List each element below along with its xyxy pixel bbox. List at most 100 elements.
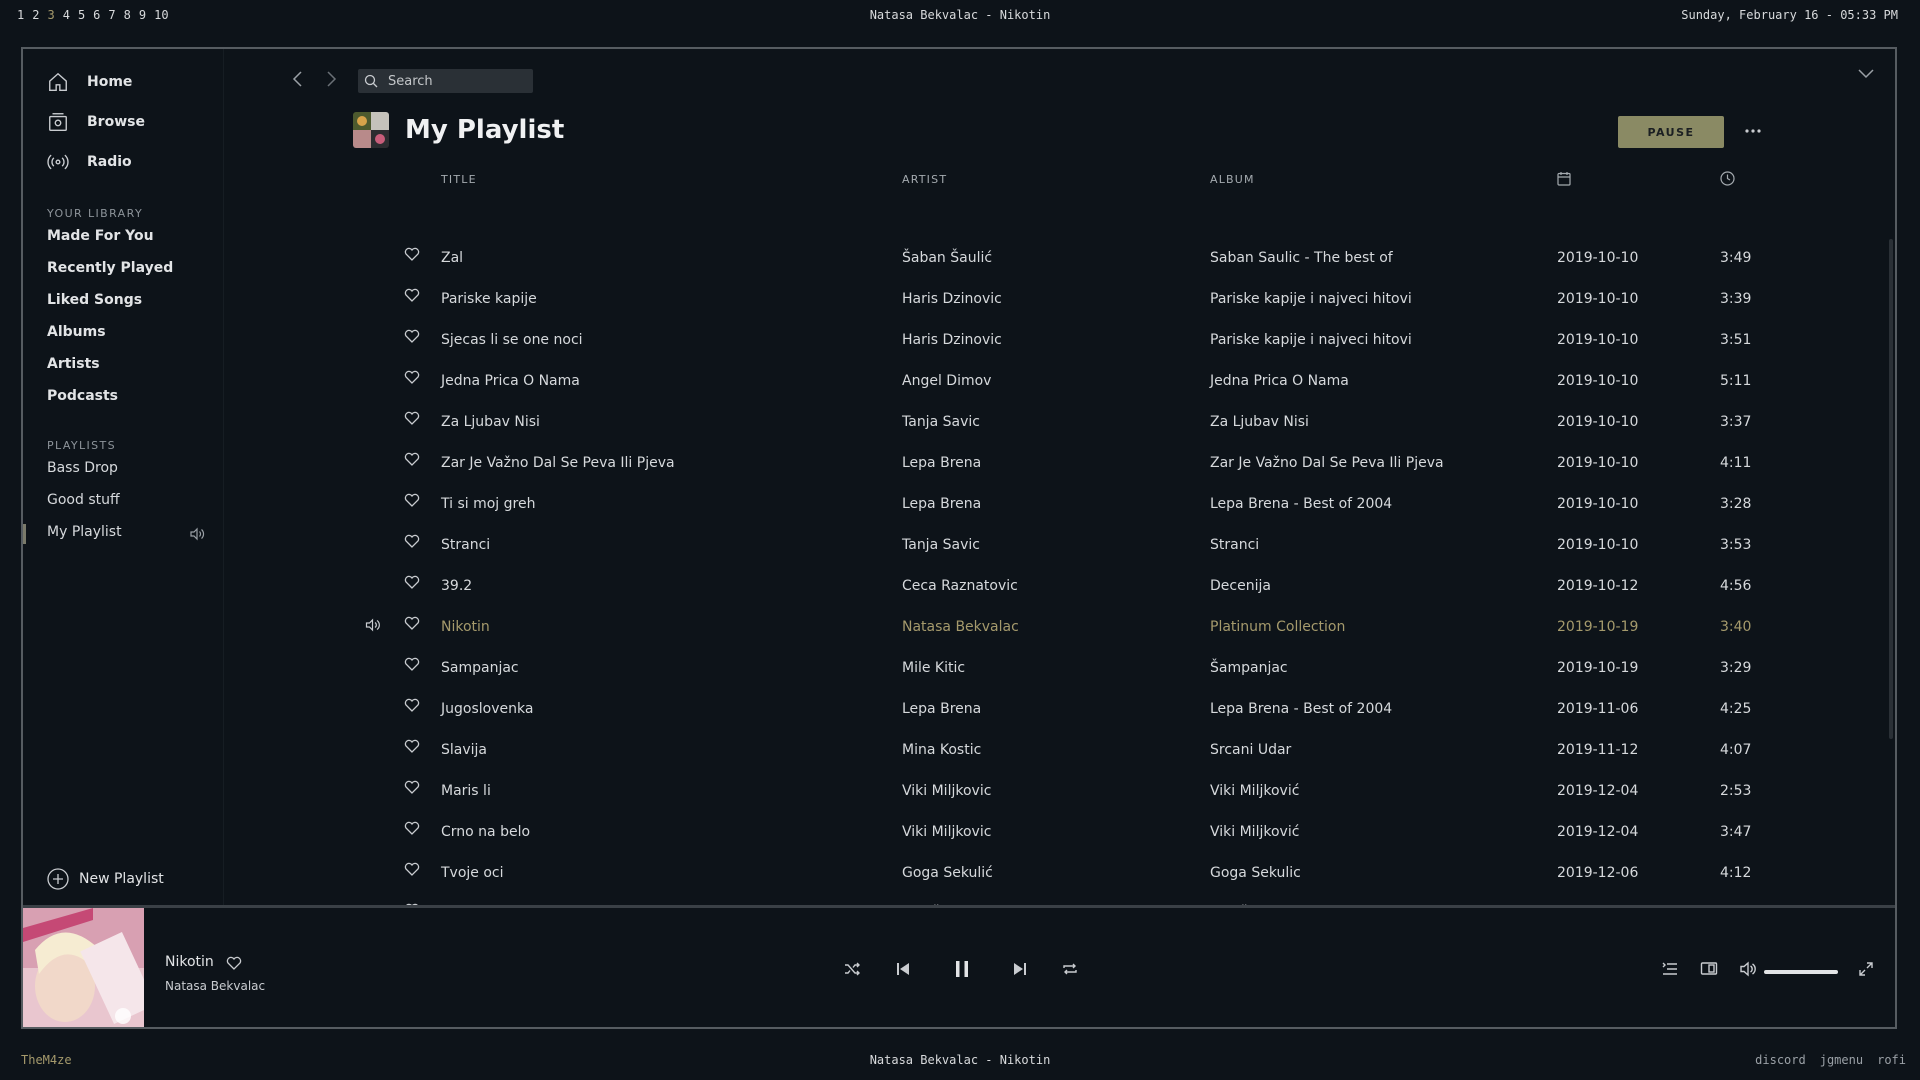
table-row[interactable]: Tvoje oci Goga Sekulić Goga Sekulic 2019-12… bbox=[23, 858, 1895, 899]
track-album[interactable]: Srcani Udar bbox=[1210, 742, 1291, 758]
track-date-added: 2019-11-12 bbox=[1557, 742, 1639, 758]
table-row[interactable]: Jedna Prica O Nama Angel Dimov Jedna Prica… bbox=[23, 366, 1895, 407]
scrollbar[interactable] bbox=[1889, 239, 1893, 739]
column-title[interactable]: TITLE bbox=[441, 173, 477, 186]
launcher-jgmenu[interactable]: jgmenu bbox=[1820, 1053, 1863, 1067]
track-title: Slavija bbox=[441, 742, 487, 758]
table-row[interactable]: Ti si moj greh Lepa Brena Lepa Brena - Bes… bbox=[23, 489, 1895, 530]
heart-icon[interactable] bbox=[404, 452, 420, 466]
table-row[interactable]: Nikotin Natasa Bekvalac Platinum Collectio… bbox=[23, 612, 1895, 653]
pause-icon[interactable] bbox=[951, 958, 973, 980]
heart-icon[interactable] bbox=[404, 575, 420, 589]
track-title: Jugoslovenka bbox=[441, 701, 534, 717]
track-album[interactable]: Lepa Brena - Best of 2004 bbox=[1210, 496, 1392, 512]
table-row[interactable]: Maris li Viki Miljkovic Viki Miljković 2019… bbox=[23, 776, 1895, 817]
track-album[interactable]: Saban Saulic - The best of bbox=[1210, 250, 1393, 266]
volume-slider[interactable] bbox=[1764, 970, 1838, 974]
track-artist[interactable]: Viki Miljkovic bbox=[902, 783, 991, 799]
track-artist[interactable]: Šaban Šaulić bbox=[902, 250, 992, 266]
heart-icon[interactable] bbox=[404, 247, 420, 261]
table-row[interactable]: Zar Je Važno Dal Se Peva Ili Pjeva Lepa B… bbox=[23, 448, 1895, 489]
track-album[interactable]: Pariske kapije i najveci hitovi bbox=[1210, 332, 1412, 348]
heart-icon[interactable] bbox=[404, 370, 420, 384]
table-row[interactable]: Sampanjac Mile Kitic Šampanjac 2019-10-19 3:… bbox=[23, 653, 1895, 694]
track-artist[interactable]: Haris Dzinovic bbox=[902, 332, 1002, 348]
track-duration: 3:40 bbox=[1720, 619, 1752, 635]
heart-icon[interactable] bbox=[226, 956, 242, 970]
table-row[interactable]: Jugoslovenka Lepa Brena Lepa Brena - Best … bbox=[23, 694, 1895, 735]
track-artist[interactable]: Viki Miljkovic bbox=[902, 824, 991, 840]
heart-icon[interactable] bbox=[404, 288, 420, 302]
table-row[interactable]: Zal Šaban Šaulić Saban Saulic - The best o… bbox=[23, 243, 1895, 284]
track-album[interactable]: Decenija bbox=[1210, 578, 1271, 594]
track-album[interactable]: Viki Miljković bbox=[1210, 783, 1299, 799]
track-album[interactable]: Lepa Brena - Best of 2004 bbox=[1210, 701, 1392, 717]
heart-icon[interactable] bbox=[404, 329, 420, 343]
track-album[interactable]: Zar Je Važno Dal Se Peva Ili Pjeva bbox=[1210, 455, 1444, 471]
heart-icon[interactable] bbox=[404, 657, 420, 671]
table-row[interactable]: Sjecas li se one noci Haris Dzinovic Paris… bbox=[23, 325, 1895, 366]
launcher-discord[interactable]: discord bbox=[1755, 1053, 1806, 1067]
heart-icon[interactable] bbox=[404, 862, 420, 876]
track-artist[interactable]: Tanja Savic bbox=[902, 414, 980, 430]
devices-icon[interactable] bbox=[1700, 960, 1718, 978]
track-artist[interactable]: Haris Dzinovic bbox=[902, 291, 1002, 307]
track-artist[interactable]: Lepa Brena bbox=[902, 496, 981, 512]
previous-track-icon[interactable] bbox=[894, 960, 912, 978]
volume-icon[interactable] bbox=[1739, 960, 1757, 978]
track-artist[interactable]: Lepa Brena bbox=[902, 701, 981, 717]
track-title: Maris li bbox=[441, 783, 491, 799]
shuffle-icon[interactable] bbox=[843, 960, 861, 978]
track-artist[interactable]: Natasa Bekvalac bbox=[902, 619, 1019, 635]
heart-icon[interactable] bbox=[404, 739, 420, 753]
track-duration: 4:07 bbox=[1720, 742, 1752, 758]
track-album[interactable]: Jedna Prica O Nama bbox=[1210, 373, 1349, 389]
column-artist[interactable]: ARTIST bbox=[902, 173, 947, 186]
column-album[interactable]: ALBUM bbox=[1210, 173, 1255, 186]
track-duration: 4:56 bbox=[1720, 578, 1752, 594]
next-track-icon[interactable] bbox=[1011, 960, 1029, 978]
track-album[interactable]: Platinum Collection bbox=[1210, 619, 1345, 635]
queue-icon[interactable] bbox=[1661, 960, 1679, 978]
launcher-rofi[interactable]: rofi bbox=[1877, 1053, 1906, 1067]
album-art[interactable] bbox=[23, 908, 144, 1027]
track-date-added: 2019-10-12 bbox=[1557, 578, 1639, 594]
track-artist[interactable]: Mina Kostic bbox=[902, 742, 981, 758]
heart-icon[interactable] bbox=[404, 616, 420, 630]
track-album[interactable]: Stranci bbox=[1210, 537, 1259, 553]
track-table: TITLE ARTIST ALBUM Zal Šaban Šaulić Saban … bbox=[23, 49, 1895, 963]
track-album[interactable]: Za Ljubav Nisi bbox=[1210, 414, 1309, 430]
bottom-status-bar: TheM4ze Natasa Bekvalac - Nikotin discor… bbox=[0, 1046, 1920, 1080]
track-artist[interactable]: Lepa Brena bbox=[902, 455, 981, 471]
clock-icon[interactable] bbox=[1720, 171, 1735, 186]
track-duration: 3:51 bbox=[1720, 332, 1752, 348]
track-title: Zar Je Važno Dal Se Peva Ili Pjeva bbox=[441, 455, 675, 471]
track-album[interactable]: Šampanjac bbox=[1210, 660, 1288, 676]
track-artist[interactable]: Mile Kitic bbox=[902, 660, 965, 676]
fullscreen-icon[interactable] bbox=[1857, 960, 1875, 978]
table-row[interactable]: Slavija Mina Kostic Srcani Udar 2019-11-12 4… bbox=[23, 735, 1895, 776]
table-row[interactable]: Stranci Tanja Savic Stranci 2019-10-10 3:53 bbox=[23, 530, 1895, 571]
heart-icon[interactable] bbox=[404, 821, 420, 835]
now-playing-bar: Nikotin Natasa Bekvalac bbox=[23, 905, 1895, 1027]
table-row[interactable]: Pariske kapije Haris Dzinovic Pariske kapi… bbox=[23, 284, 1895, 325]
heart-icon[interactable] bbox=[404, 493, 420, 507]
track-album[interactable]: Goga Sekulic bbox=[1210, 865, 1301, 881]
track-album[interactable]: Pariske kapije i najveci hitovi bbox=[1210, 291, 1412, 307]
track-album[interactable]: Viki Miljković bbox=[1210, 824, 1299, 840]
heart-icon[interactable] bbox=[404, 534, 420, 548]
track-artist[interactable]: Tanja Savic bbox=[902, 537, 980, 553]
now-playing-title[interactable]: Nikotin bbox=[165, 954, 214, 970]
table-row[interactable]: Crno na belo Viki Miljkovic Viki Miljković… bbox=[23, 817, 1895, 858]
track-artist[interactable]: Ceca Raznatovic bbox=[902, 578, 1018, 594]
track-artist[interactable]: Goga Sekulić bbox=[902, 865, 993, 881]
heart-icon[interactable] bbox=[404, 411, 420, 425]
calendar-icon[interactable] bbox=[1557, 171, 1571, 186]
table-row[interactable]: 39.2 Ceca Raznatovic Decenija 2019-10-12 4:5… bbox=[23, 571, 1895, 612]
heart-icon[interactable] bbox=[404, 780, 420, 794]
now-playing-artist[interactable]: Natasa Bekvalac bbox=[165, 979, 265, 993]
heart-icon[interactable] bbox=[404, 698, 420, 712]
repeat-icon[interactable] bbox=[1061, 960, 1079, 978]
track-artist[interactable]: Angel Dimov bbox=[902, 373, 991, 389]
table-row[interactable]: Za Ljubav Nisi Tanja Savic Za Ljubav Nisi 2… bbox=[23, 407, 1895, 448]
